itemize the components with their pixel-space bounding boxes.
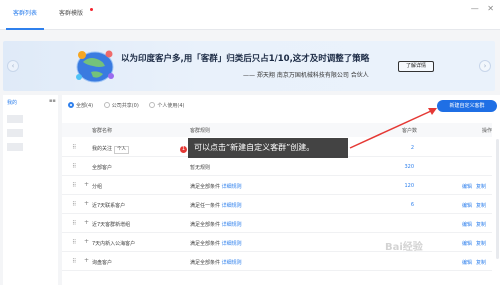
app-window: 客群列表 客群模版 — ✕ ‹ 以为印度客户多,用「客群」归类后只占1/10,这… xyxy=(0,0,500,285)
watermark: Bai经验 xyxy=(385,242,423,253)
annotation-step-badge: 1 xyxy=(180,146,187,153)
annotation-tooltip: 可以点击“新建自定义客群”创建。 xyxy=(188,138,348,158)
